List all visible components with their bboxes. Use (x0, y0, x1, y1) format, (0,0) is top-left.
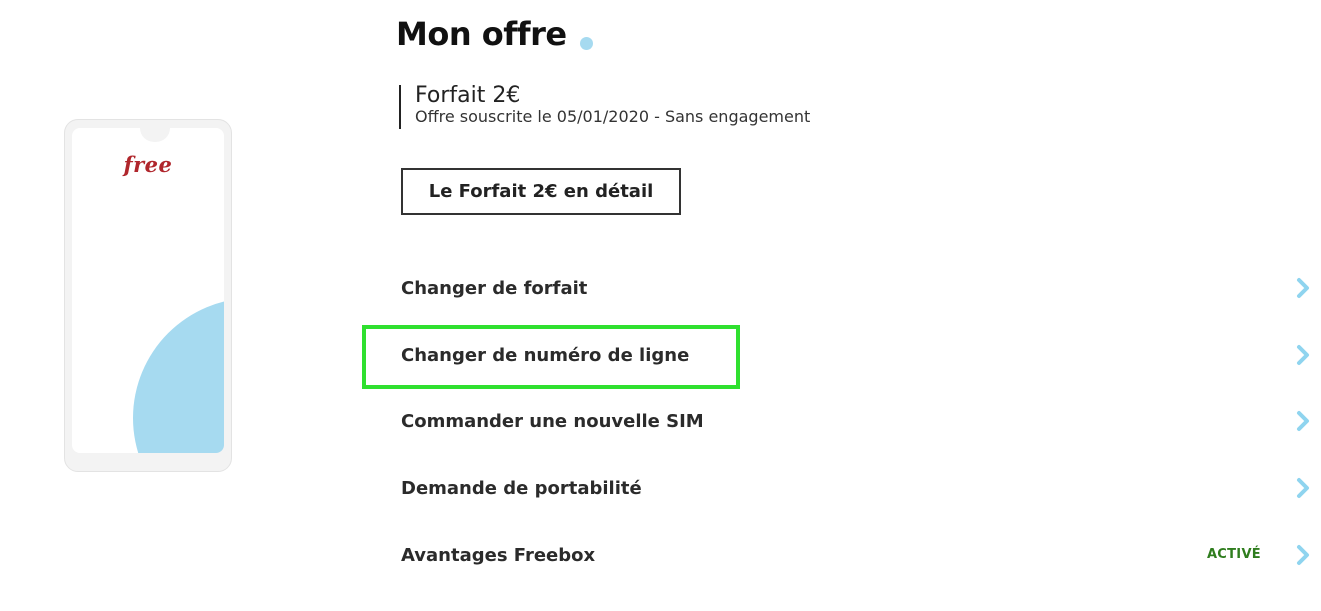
chevron-right-icon[interactable] (1295, 344, 1311, 366)
menu-item-portabilite[interactable]: Demande de portabilité (401, 468, 1311, 508)
page-title: Mon offre (396, 15, 567, 53)
menu-item-label: Avantages Freebox (401, 544, 596, 566)
chevron-right-icon[interactable] (1295, 477, 1311, 499)
menu-item-commander-sim[interactable]: Commander une nouvelle SIM (401, 401, 1311, 441)
menu-item-label: Changer de forfait (401, 277, 588, 299)
chevron-right-icon[interactable] (1295, 544, 1311, 566)
menu-item-label: Changer de numéro de ligne (401, 344, 690, 366)
plan-subtitle: Offre souscrite le 05/01/2020 - Sans eng… (415, 107, 811, 126)
chevron-right-icon[interactable] (1295, 410, 1311, 432)
decorative-circle (133, 298, 224, 453)
menu-item-changer-forfait[interactable]: Changer de forfait (401, 268, 1311, 308)
menu-item-changer-numero[interactable]: Changer de numéro de ligne (401, 335, 1311, 375)
status-badge: ACTIVÉ (1206, 547, 1261, 562)
plan-info: Forfait 2€ Offre souscrite le 05/01/2020… (399, 85, 810, 129)
phone-illustration: free (64, 119, 232, 472)
phone-screen: free (72, 128, 224, 453)
chevron-right-icon[interactable] (1295, 277, 1311, 299)
plan-name: Forfait 2€ (415, 83, 521, 108)
plan-detail-button[interactable]: Le Forfait 2€ en détail (401, 168, 681, 215)
menu-item-avantages-freebox[interactable]: Avantages Freebox ACTIVÉ (401, 535, 1311, 575)
menu-item-label: Commander une nouvelle SIM (401, 410, 704, 432)
free-logo: free (123, 152, 173, 177)
phone-notch (140, 128, 170, 142)
dot-icon (580, 37, 593, 50)
menu-item-label: Demande de portabilité (401, 477, 642, 499)
